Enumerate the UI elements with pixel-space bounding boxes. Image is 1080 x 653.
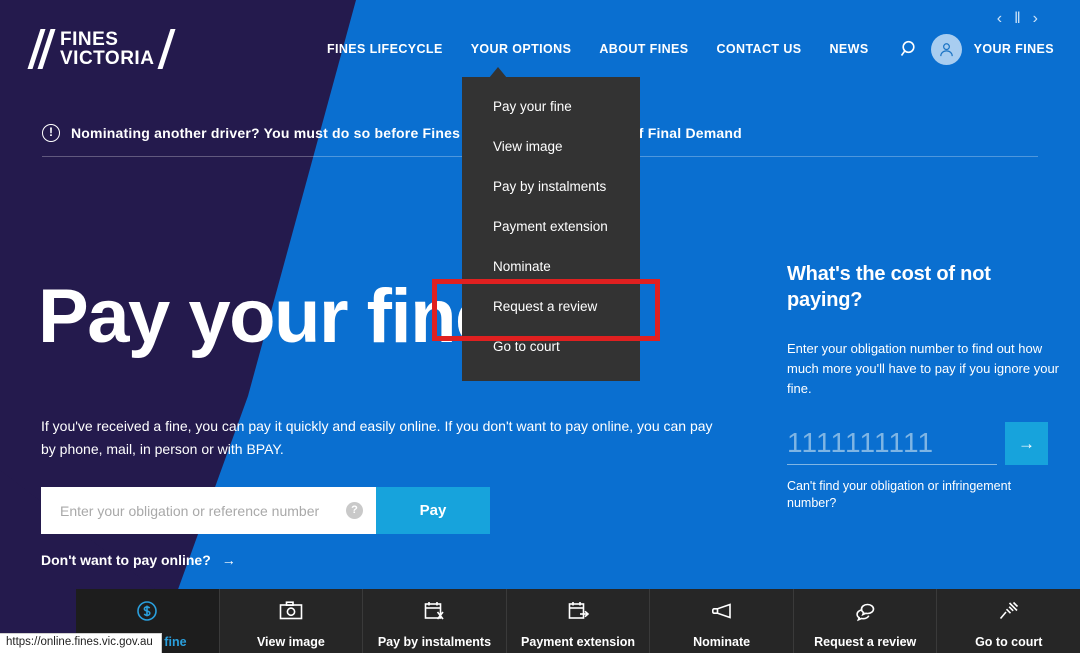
logo-slash-icon (157, 29, 176, 69)
tile-nominate[interactable]: Nominate (650, 589, 794, 653)
tile-label: Payment extension (521, 635, 635, 649)
cost-of-not-paying-panel: What's the cost of not paying? Enter you… (787, 261, 1059, 512)
tile-go-to-court[interactable]: Go to court (937, 589, 1080, 653)
obligation-number-input[interactable] (41, 487, 376, 534)
dollar-coin-icon (135, 599, 159, 628)
dropdown-item-pay-by-instalments[interactable]: Pay by instalments (462, 167, 640, 207)
nav-item-fines-lifecycle[interactable]: FINES LIFECYCLE (327, 42, 443, 56)
search-icon[interactable] (899, 38, 921, 60)
dont-want-to-pay-online-link[interactable]: Don't want to pay online? → (41, 552, 236, 568)
nav-item-your-options[interactable]: YOUR OPTIONS (471, 42, 572, 56)
dropdown-item-nominate[interactable]: Nominate (462, 247, 640, 287)
page-root: FINES VICTORIA FINES LIFECYCLE YOUR OPTI… (0, 0, 1080, 653)
logo-line-2: VICTORIA (60, 48, 155, 69)
cant-find-number-link[interactable]: Can't find your obligation or infringeme… (787, 478, 1037, 512)
your-fines-link[interactable]: YOUR FINES (974, 42, 1054, 56)
user-avatar-icon[interactable] (930, 33, 962, 65)
cost-panel-title: What's the cost of not paying? (787, 263, 991, 311)
tile-payment-extension[interactable]: Payment extension (507, 589, 651, 653)
tile-label: Nominate (693, 635, 751, 649)
nav-item-news[interactable]: NEWS (829, 42, 868, 56)
alert-banner-text: Nominating another driver? You must do s… (71, 125, 742, 141)
question-mark-icon[interactable]: ? (346, 502, 363, 519)
logo-text: FINES VICTORIA (60, 30, 154, 68)
browser-status-bar: https://online.fines.vic.gov.au (0, 633, 162, 653)
dropdown-item-go-to-court[interactable]: Go to court (462, 327, 640, 367)
nav-item-contact-us[interactable]: CONTACT US (716, 42, 801, 56)
dropdown-pointer-icon (489, 67, 507, 78)
tile-label: Pay by instalments (377, 635, 492, 649)
megaphone-icon (710, 599, 734, 628)
cost-submit-button[interactable]: → (1005, 422, 1048, 465)
camera-icon (278, 599, 304, 628)
tile-pay-by-instalments[interactable]: Pay by instalments (363, 589, 507, 653)
tile-label: Go to court (975, 635, 1043, 649)
dropdown-item-payment-extension[interactable]: Payment extension (462, 207, 640, 247)
quick-links-tile-bar: Pay your fine View image Pay by instalme… (76, 589, 1080, 653)
nav-item-about-fines[interactable]: ABOUT FINES (599, 42, 688, 56)
pay-fine-form: ? Pay (41, 487, 490, 534)
dropdown-item-view-image[interactable]: View image (462, 127, 640, 167)
pay-button[interactable]: Pay (376, 487, 490, 534)
cost-panel-form: → (787, 421, 1059, 465)
site-logo[interactable]: FINES VICTORIA (27, 22, 176, 76)
cost-obligation-number-input[interactable] (787, 421, 997, 465)
tile-label: View image (256, 635, 325, 649)
tile-label: Request a review (814, 635, 917, 649)
gavel-icon (997, 599, 1021, 628)
cost-panel-description: Enter your obligation number to find out… (787, 341, 1060, 396)
hero-description: If you've received a fine, you can pay i… (41, 418, 713, 457)
dont-want-to-pay-online-label: Don't want to pay online? (41, 552, 211, 568)
tile-request-a-review[interactable]: Request a review (794, 589, 938, 653)
dropdown-item-request-a-review[interactable]: Request a review (462, 287, 640, 327)
calendar-extension-icon (566, 599, 590, 628)
logo-line-1: FINES (60, 29, 119, 50)
arrow-right-icon: → (221, 552, 236, 568)
tile-view-image[interactable]: View image (220, 589, 364, 653)
speech-bubbles-icon (853, 599, 877, 628)
dropdown-item-pay-your-fine[interactable]: Pay your fine (462, 87, 640, 127)
exclamation-circle-icon: ! (42, 124, 60, 142)
calendar-instalments-icon (422, 599, 446, 628)
your-options-dropdown: Pay your fine View image Pay by instalme… (462, 77, 640, 381)
page-title: Pay your fine (38, 274, 497, 359)
main-navigation: FINES LIFECYCLE YOUR OPTIONS ABOUT FINES… (313, 0, 1080, 98)
arrow-right-icon: → (1018, 433, 1035, 453)
